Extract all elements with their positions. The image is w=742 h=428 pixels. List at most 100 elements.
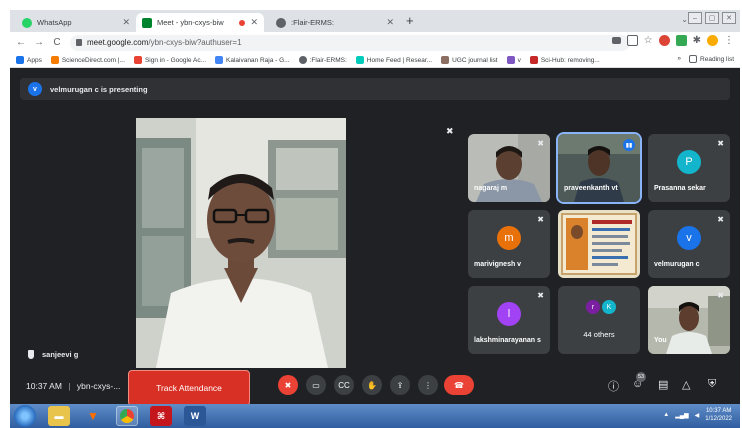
back-icon[interactable]: ← xyxy=(14,37,28,48)
speaking-icon: ▮▮ xyxy=(623,139,635,151)
avatar: r xyxy=(586,300,600,314)
raise-hand-button[interactable]: ✋ xyxy=(362,375,382,395)
volume-icon[interactable]: ◀ xyxy=(695,412,700,419)
mic-off-icon: ✖ xyxy=(537,139,544,148)
start-button[interactable] xyxy=(14,405,36,427)
close-icon[interactable]: ✕ xyxy=(386,17,394,28)
whatsapp-icon xyxy=(22,17,32,28)
info-icon[interactable]: ⓘ xyxy=(608,378,619,394)
screen: WhatsApp ✕ Meet - ybn-cxys-biw ✕ :Flair-… xyxy=(10,10,740,428)
participant-tile[interactable]: ✖ P Prasanna sekar xyxy=(648,134,730,202)
participant-tile[interactable]: ✖ v velmurugan c xyxy=(648,210,730,278)
pin-icon[interactable] xyxy=(28,350,34,359)
acrobat-icon[interactable]: ⌘ xyxy=(150,406,172,426)
recording-icon xyxy=(239,19,246,26)
mic-off-button[interactable]: ✖ xyxy=(278,375,298,395)
gmail-icon xyxy=(133,56,142,64)
meeting-details[interactable]: 10:37 AM | ybn-cxys-... xyxy=(26,381,120,391)
bookmark-v[interactable]: v xyxy=(506,56,521,64)
bookmark-researchgate[interactable]: Home Feed | Resear... xyxy=(355,56,432,64)
track-attendance-button[interactable]: Track Attendance xyxy=(128,370,250,406)
clock[interactable]: 10:37 AM 1/12/2022 xyxy=(705,407,732,423)
bookmark-ugc[interactable]: UGC journal list xyxy=(441,56,498,64)
presenter-label: sanjeevi g xyxy=(28,350,78,359)
toolbar: ← → C meet.google.com/ybn-cxys-biw?authu… xyxy=(10,32,740,53)
close-window-button[interactable]: ✕ xyxy=(722,12,736,24)
avatar: l xyxy=(497,302,521,326)
tab-flair-erms[interactable]: :Flair-ERMS: ✕ xyxy=(270,13,400,32)
mic-off-icon: ✖ xyxy=(717,291,724,300)
tab-meet[interactable]: Meet - ybn-cxys-biw ✕ xyxy=(136,13,264,32)
maximize-button[interactable]: ▢ xyxy=(705,12,719,24)
chat-icon[interactable]: ▤ xyxy=(658,378,668,391)
bookmark-gmail[interactable]: Sign in - Google Ac... xyxy=(133,56,206,64)
others-avatars: r K xyxy=(586,300,616,314)
bookmark-apps[interactable]: Apps xyxy=(16,56,42,64)
leave-call-button[interactable]: ☎ xyxy=(444,375,474,395)
new-tab-button[interactable]: + xyxy=(406,13,414,28)
word-icon[interactable]: W xyxy=(184,406,206,426)
host-controls-icon[interactable]: ⛨ xyxy=(708,378,716,391)
share-icon[interactable] xyxy=(626,35,638,46)
mic-off-icon: ✖ xyxy=(537,291,544,300)
tab-whatsapp[interactable]: WhatsApp ✕ xyxy=(16,13,136,32)
system-tray: ▲ ▂▄▆ ◀ 10:37 AM 1/12/2022 xyxy=(663,407,732,423)
presenting-text: velmurugan c is presenting xyxy=(50,84,148,94)
meet-icon xyxy=(142,17,152,28)
tab-strip: WhatsApp ✕ Meet - ybn-cxys-biw ✕ :Flair-… xyxy=(10,10,740,32)
participant-tile[interactable]: ✖ m marivignesh v xyxy=(468,210,550,278)
menu-icon[interactable]: ⋮ xyxy=(724,35,734,46)
participant-tile[interactable]: ✖ l lakshminarayanan s xyxy=(468,286,550,354)
more-bookmarks-button[interactable]: » xyxy=(677,55,681,63)
more-options-button[interactable]: ⋮ xyxy=(418,375,438,395)
close-icon[interactable]: ✕ xyxy=(250,17,258,28)
participant-tile[interactable] xyxy=(558,210,640,278)
minimize-button[interactable]: – xyxy=(688,12,702,24)
chrome-icon[interactable] xyxy=(116,406,138,426)
reload-icon[interactable]: C xyxy=(50,37,64,48)
bookmark-scihub[interactable]: Sci-Hub: removing... xyxy=(529,56,600,64)
puzzle-icon[interactable]: ✱ xyxy=(693,35,701,46)
bookmarks-bar: Apps ScienceDirect.com |... Sign in - Go… xyxy=(10,53,740,68)
bookmark-sciencedirect[interactable]: ScienceDirect.com |... xyxy=(50,56,125,64)
avatar: v xyxy=(28,82,42,96)
bookmark-flair[interactable]: :Flair-ERMS: xyxy=(298,56,347,64)
globe-icon xyxy=(298,56,307,64)
avatar: K xyxy=(602,300,616,314)
others-tile[interactable]: r K 44 others xyxy=(558,286,640,354)
presenting-banner: v velmurugan c is presenting xyxy=(20,78,730,100)
participant-tile[interactable]: ✖ nagaraj m xyxy=(468,134,550,202)
participant-video xyxy=(558,210,640,278)
people-button[interactable]: 53 ☺ xyxy=(632,372,646,390)
forward-icon[interactable]: → xyxy=(32,37,46,48)
tray-arrow-icon[interactable]: ▲ xyxy=(663,412,669,418)
tab-search-icon[interactable]: ⌄ xyxy=(681,15,688,24)
avatar[interactable] xyxy=(707,35,718,46)
present-button[interactable]: ⇪ xyxy=(390,375,410,395)
researchgate-icon xyxy=(355,56,364,64)
sciencedirect-icon xyxy=(50,56,59,64)
extension-icon[interactable] xyxy=(658,35,670,46)
participant-tile[interactable]: ▮▮ praveenkanth vt xyxy=(556,132,642,204)
extension-check-icon[interactable] xyxy=(675,35,687,46)
apps-icon xyxy=(16,56,24,64)
star-icon[interactable]: ☆ xyxy=(644,35,653,46)
scholar-icon xyxy=(215,56,223,64)
address-bar[interactable]: meet.google.com/ybn-cxys-biw?authuser=1 xyxy=(70,34,630,51)
camera-icon[interactable] xyxy=(611,37,621,44)
reading-list-button[interactable]: Reading list xyxy=(689,55,734,63)
avatar: m xyxy=(497,226,521,250)
file-explorer-icon[interactable]: ▬ xyxy=(48,406,70,426)
taskbar: ▬ ▼ ⌘ W ▲ ▂▄▆ ◀ 10:37 AM 1/12/2022 xyxy=(10,404,740,428)
camera-button[interactable]: ▭ xyxy=(306,375,326,395)
vlc-icon[interactable]: ▼ xyxy=(82,406,104,426)
network-icon[interactable]: ▂▄▆ xyxy=(675,412,688,419)
captions-button[interactable]: CC xyxy=(334,375,354,395)
meet-area: v velmurugan c is presenting ✖ sanjeevi … xyxy=(10,68,740,406)
participant-count-badge: 53 xyxy=(636,372,646,382)
bookmark-kalaivanan[interactable]: Kalaivanan Raja - G... xyxy=(215,56,290,64)
close-icon[interactable]: ✕ xyxy=(122,17,130,28)
activities-icon[interactable]: △ xyxy=(682,378,690,391)
extensions: ☆ ✱ ⋮ xyxy=(611,35,734,46)
self-tile[interactable]: ✖ You xyxy=(648,286,730,354)
